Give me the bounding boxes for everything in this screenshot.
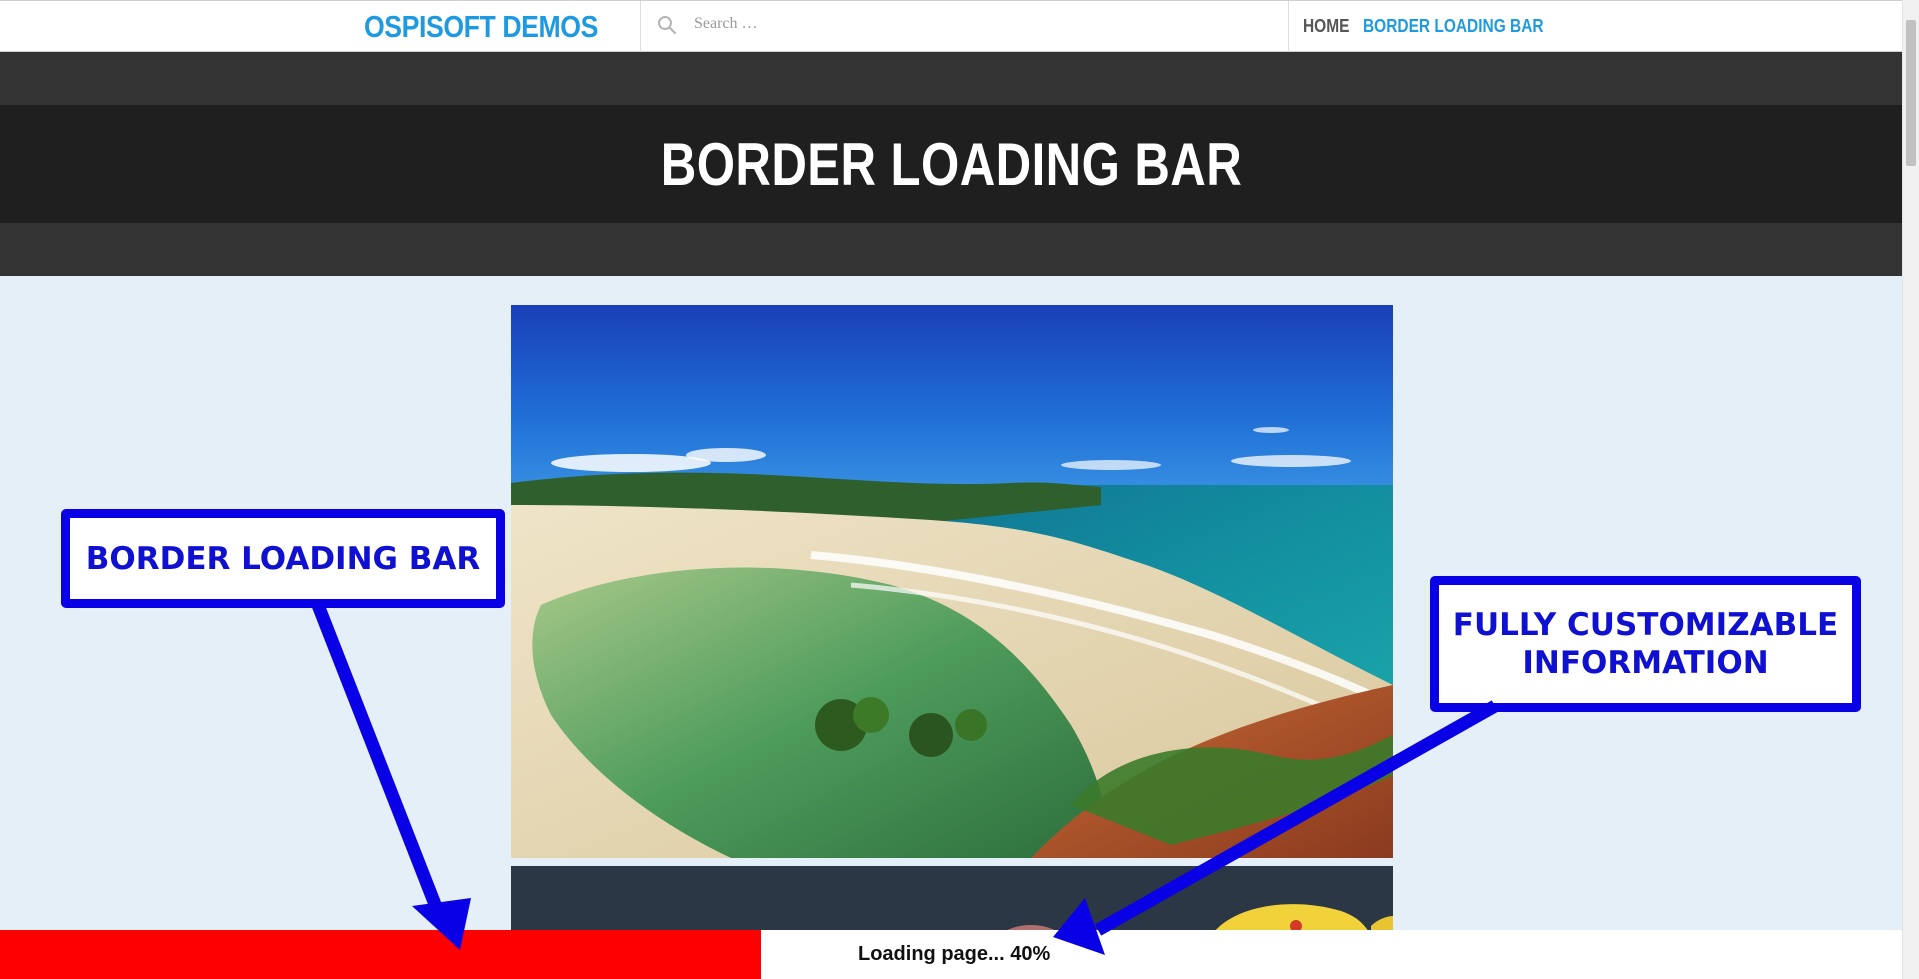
- search-icon: [658, 16, 677, 35]
- site-brand-link[interactable]: OSPISOFT DEMOS: [364, 9, 598, 45]
- loading-status-text: Loading page... 40%: [858, 943, 1051, 965]
- page-title: BORDER LOADING BAR: [660, 130, 1242, 198]
- title-banner: BORDER LOADING BAR: [0, 105, 1902, 223]
- beach-photo: [511, 305, 1393, 858]
- beach-photo-graphic: [511, 305, 1393, 858]
- header-divider: [640, 1, 641, 52]
- main-nav: HOME BORDER LOADING BAR: [1303, 16, 1573, 37]
- border-loading-bar: Loading page... 40%: [0, 930, 1902, 979]
- site-header: OSPISOFT DEMOS HOME BORDER LOADING BAR: [0, 0, 1902, 52]
- callout-border-loading-bar: BORDER LOADING BAR: [61, 509, 505, 608]
- header-divider: [1288, 1, 1289, 52]
- scrollbar-thumb[interactable]: [1906, 20, 1916, 166]
- loading-progress-fill: [0, 930, 761, 979]
- callout-label: FULLY CUSTOMIZABLE INFORMATION: [1453, 606, 1838, 682]
- nav-item-border-loading-bar[interactable]: BORDER LOADING BAR: [1363, 16, 1544, 37]
- callout-label-line: INFORMATION: [1522, 645, 1769, 681]
- callout-label: BORDER LOADING BAR: [85, 540, 481, 577]
- nav-item-home[interactable]: HOME: [1303, 16, 1349, 37]
- page-scrollbar[interactable]: [1902, 0, 1919, 979]
- search-input[interactable]: [688, 9, 1280, 39]
- arrow-to-loading-bar: [311, 602, 471, 950]
- callout-customizable-information: FULLY CUSTOMIZABLE INFORMATION: [1430, 576, 1861, 712]
- callout-label-line: FULLY CUSTOMIZABLE: [1452, 607, 1839, 643]
